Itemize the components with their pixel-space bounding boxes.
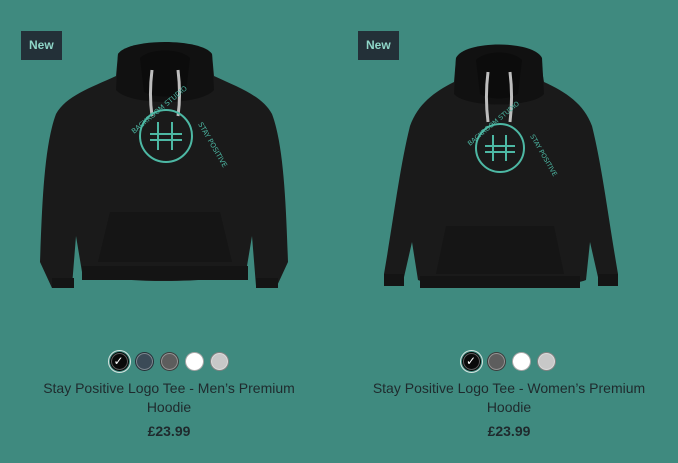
product-image-womens-hoodie[interactable]: BACKROOM STUDIO STAY POSITIVE xyxy=(340,36,678,304)
product-title[interactable]: Stay Positive Logo Tee - Women’s Premium… xyxy=(370,379,648,417)
color-swatch-black[interactable]: ✓ xyxy=(460,350,483,373)
mens-hoodie-icon: BACKROOM STUDIO STAY POSITIVE xyxy=(40,42,288,288)
color-swatch-grey[interactable] xyxy=(209,352,229,371)
color-swatch-charcoal[interactable] xyxy=(487,352,506,371)
new-badge: New xyxy=(358,31,399,60)
product-image-mens-hoodie[interactable]: BACKROOM STUDIO STAY POSITIVE xyxy=(0,36,338,304)
color-swatches: ✓ xyxy=(340,350,678,373)
color-swatches: ✓ xyxy=(0,350,338,373)
product-title[interactable]: Stay Positive Logo Tee - Men’s Premium H… xyxy=(30,379,308,417)
product-price: £23.99 xyxy=(487,423,531,439)
color-swatch-white[interactable] xyxy=(512,352,531,371)
color-swatch-charcoal[interactable] xyxy=(159,352,179,371)
color-swatch-grey[interactable] xyxy=(537,352,556,371)
color-swatch-white[interactable] xyxy=(184,352,204,371)
womens-hoodie-icon: BACKROOM STUDIO STAY POSITIVE xyxy=(384,44,618,288)
checkmark-icon: ✓ xyxy=(113,354,124,368)
color-swatch-black[interactable]: ✓ xyxy=(107,350,131,373)
product-price: £23.99 xyxy=(147,423,191,439)
checkmark-icon: ✓ xyxy=(466,354,477,368)
product-grid: BACKROOM STUDIO STAY POSITIVE New ✓ Stay… xyxy=(0,0,678,463)
new-badge: New xyxy=(21,31,62,60)
product-card-mens-hoodie[interactable]: BACKROOM STUDIO STAY POSITIVE New ✓ Stay… xyxy=(0,0,338,463)
product-card-womens-hoodie[interactable]: BACKROOM STUDIO STAY POSITIVE New ✓ Stay… xyxy=(340,0,678,463)
color-swatch-navy[interactable] xyxy=(134,352,154,371)
